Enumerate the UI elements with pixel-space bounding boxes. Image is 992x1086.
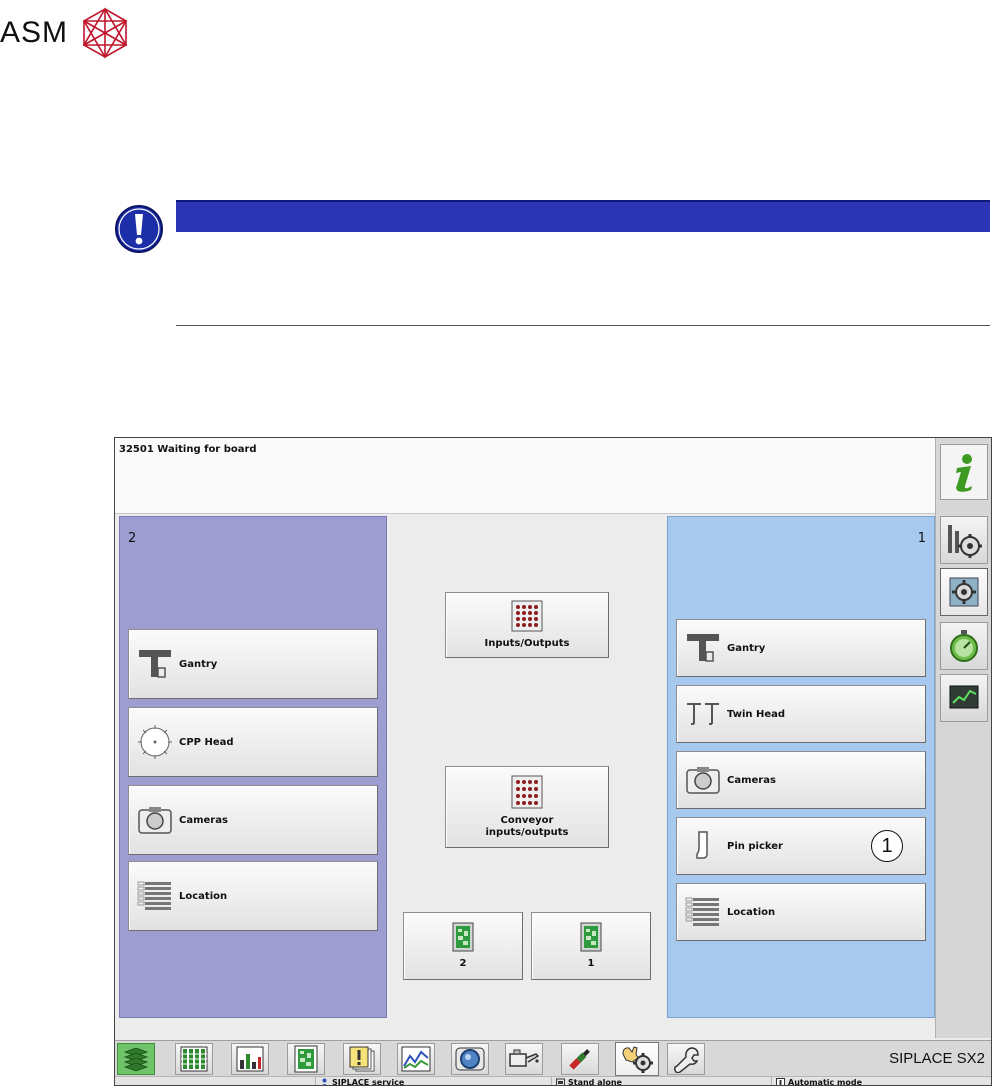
feeder-table-icon (180, 1046, 208, 1072)
conveyor-label-line2: inputs/outputs (485, 827, 569, 838)
siplace-brand: SIPLACE SX2 (889, 1050, 985, 1067)
twin-head-icon (685, 700, 721, 728)
side-tab-bar (935, 438, 991, 1038)
cpp-head-button[interactable]: CPP Head (128, 707, 378, 777)
vision-icon (455, 1047, 485, 1071)
logo-text: ASM (0, 16, 69, 49)
service-button[interactable] (615, 1042, 659, 1076)
left-cameras-button[interactable]: Cameras (128, 785, 378, 855)
right-gantry-label: Gantry (727, 642, 766, 654)
setup-tab[interactable] (940, 516, 988, 564)
statistics-button[interactable] (231, 1043, 269, 1075)
conveyor-1-label: 1 (587, 958, 595, 969)
pin-picker-button[interactable]: Pin picker 1 (676, 817, 926, 875)
board-icon (580, 922, 602, 952)
oil-can-button[interactable] (505, 1043, 543, 1075)
messages-icon (349, 1046, 375, 1072)
io-label: Inputs/Outputs (484, 638, 570, 649)
gantry-icon (685, 631, 721, 665)
chart-button[interactable] (397, 1043, 435, 1075)
gear-active-icon (949, 577, 979, 607)
gear-tab-active[interactable] (940, 568, 988, 616)
station-2-panel: 2 Gantry CPP Head Cameras Location (119, 516, 387, 1018)
io-grid-icon (511, 600, 543, 632)
board-icon (294, 1045, 318, 1073)
machine-icon (556, 1078, 565, 1085)
status-mode-text: Automatic mode (788, 1078, 863, 1086)
station-number: 1 (917, 531, 926, 546)
right-gantry-button[interactable]: Gantry (676, 619, 926, 677)
asm-logo: ASM (0, 6, 132, 60)
left-cameras-label: Cameras (179, 814, 228, 826)
camera-icon (685, 765, 721, 795)
info-tab[interactable] (940, 444, 988, 500)
station-number: 2 (128, 531, 137, 546)
twin-head-label: Twin Head (727, 708, 786, 720)
cpp-head-label: CPP Head (179, 736, 234, 748)
conveyor-label-line1: Conveyor (500, 815, 554, 826)
right-cameras-label: Cameras (727, 774, 776, 786)
vision-button[interactable] (451, 1043, 489, 1075)
feeder-table-button[interactable] (175, 1043, 213, 1075)
status-user: SIPLACE service (315, 1077, 545, 1086)
production-button[interactable] (117, 1043, 155, 1075)
asm-logo-mark-icon (82, 7, 128, 59)
board-icon (452, 922, 474, 952)
conveyor-1-button[interactable]: 1 (531, 912, 651, 980)
messages-button[interactable] (343, 1043, 381, 1075)
right-location-button[interactable]: Location (676, 883, 926, 941)
wrench-icon (674, 1047, 699, 1073)
nozzle-button[interactable] (561, 1043, 599, 1075)
location-icon (137, 880, 173, 912)
status-user-text: SIPLACE service (332, 1078, 405, 1086)
status-mode: Automatic mode (771, 1077, 991, 1086)
siplace-screen: 32501 Waiting for board 2 Gantry CPP Hea… (114, 437, 992, 1086)
service-gear-icon (622, 1046, 653, 1073)
setup-gear-icon (948, 525, 982, 558)
status-line-text: Stand alone (568, 1078, 622, 1086)
oil-can-icon (509, 1049, 540, 1067)
taskbar: SIPLACE SX2 (115, 1040, 991, 1076)
gantry-icon (137, 646, 173, 682)
wrench-button[interactable] (667, 1043, 705, 1075)
conveyor-2-label: 2 (459, 958, 467, 969)
conveyor-2-button[interactable]: 2 (403, 912, 523, 980)
station-1-panel: 1 Gantry Twin Head Cameras Pin picker 1 (667, 516, 935, 1018)
mode-icon (776, 1078, 785, 1085)
twin-head-button[interactable]: Twin Head (676, 685, 926, 743)
cpp-head-icon (137, 724, 173, 760)
right-cameras-button[interactable]: Cameras (676, 751, 926, 809)
camera-icon (137, 805, 173, 835)
status-bar: SIPLACE service Stand alone Automatic mo… (115, 1076, 991, 1086)
user-icon (322, 1078, 327, 1085)
status-message: 32501 Waiting for board (119, 444, 257, 455)
monitor-tab[interactable] (940, 674, 988, 722)
callout-marker: 1 (871, 830, 903, 862)
info-icon (956, 454, 972, 492)
conveyor-io-button[interactable]: Conveyor inputs/outputs (445, 766, 609, 848)
chart-icon (401, 1046, 431, 1072)
status-line: Stand alone (551, 1077, 769, 1086)
inputs-outputs-button[interactable]: Inputs/Outputs (445, 592, 609, 658)
pin-picker-label: Pin picker (727, 840, 783, 852)
left-location-label: Location (179, 890, 228, 902)
message-area: 32501 Waiting for board (115, 438, 937, 514)
notice-divider (176, 325, 990, 326)
notice-header-bar (176, 200, 990, 232)
stopwatch-tab[interactable] (940, 622, 988, 670)
left-gantry-label: Gantry (179, 658, 218, 670)
monitor-icon (949, 685, 979, 709)
right-location-label: Location (727, 906, 776, 918)
stopwatch-icon (950, 630, 978, 662)
statistics-icon (236, 1046, 264, 1072)
exclamation-notice-icon (115, 205, 163, 253)
io-grid-icon (511, 775, 543, 809)
board-button[interactable] (287, 1043, 325, 1075)
left-location-button[interactable]: Location (128, 861, 378, 931)
nozzle-icon (569, 1049, 590, 1070)
left-gantry-button[interactable]: Gantry (128, 629, 378, 699)
location-icon (685, 896, 721, 928)
production-icon (123, 1047, 149, 1072)
pin-picker-icon (685, 830, 721, 862)
